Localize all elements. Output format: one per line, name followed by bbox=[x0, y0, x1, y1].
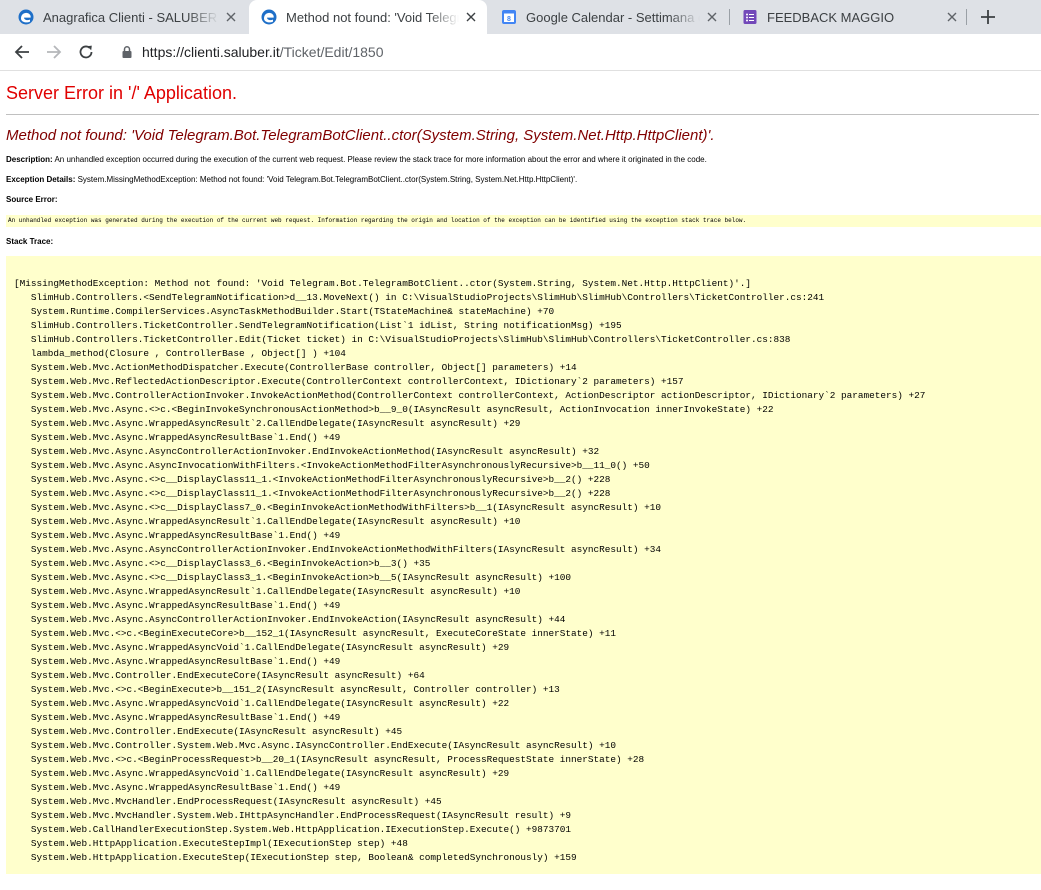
edge-logo-icon bbox=[261, 9, 277, 25]
source-error-box: An unhandled exception was generated dur… bbox=[6, 215, 1041, 227]
url-path: /Ticket/Edit/1850 bbox=[279, 44, 384, 60]
tab-close-icon[interactable] bbox=[944, 9, 960, 25]
tab-title: Google Calendar - Settimana del bbox=[526, 9, 700, 25]
source-error-label: Source Error: bbox=[6, 195, 58, 204]
tab-separator bbox=[966, 9, 967, 25]
tab-close-icon[interactable] bbox=[223, 9, 239, 25]
url-host: https://clienti.saluber.it bbox=[142, 44, 280, 60]
divider bbox=[6, 114, 1039, 115]
exception-text: System.MissingMethodException: Method no… bbox=[77, 175, 578, 184]
description-line: Description: An unhandled exception occu… bbox=[6, 155, 707, 164]
arrow-left-icon bbox=[14, 45, 29, 59]
tab-google-calendar[interactable]: 8 Google Calendar - Settimana del bbox=[489, 0, 728, 34]
calendar-icon: 8 bbox=[502, 10, 516, 24]
description-text: An unhandled exception occurred during t… bbox=[54, 155, 707, 164]
stack-trace-text: [MissingMethodException: Method not foun… bbox=[14, 278, 926, 863]
tab-strip: Anagrafica Clienti - SALUBER Ser Method … bbox=[0, 0, 1041, 34]
stack-trace-box: [MissingMethodException: Method not foun… bbox=[6, 256, 1041, 874]
browser-toolbar: https://clienti.saluber.it/Ticket/Edit/1… bbox=[0, 34, 1041, 71]
tab-method-not-found[interactable]: Method not found: 'Void Telegram bbox=[249, 0, 487, 34]
arrow-right-icon bbox=[47, 45, 62, 59]
reload-button[interactable] bbox=[74, 40, 98, 64]
description-label: Description: bbox=[6, 155, 53, 164]
source-error-line: Source Error: bbox=[6, 195, 58, 204]
stack-trace-line: Stack Trace: bbox=[6, 237, 53, 246]
exception-label: Exception Details: bbox=[6, 175, 76, 184]
tab-title: Method not found: 'Void Telegram bbox=[286, 9, 459, 25]
reload-icon bbox=[79, 45, 93, 59]
plus-icon bbox=[981, 10, 995, 24]
tab-close-icon[interactable] bbox=[463, 9, 479, 25]
svg-text:8: 8 bbox=[507, 16, 511, 23]
forward-button[interactable] bbox=[42, 40, 66, 64]
tab-feedback-maggio[interactable]: FEEDBACK MAGGIO bbox=[730, 0, 968, 34]
lock-icon bbox=[122, 46, 132, 58]
edge-logo-icon bbox=[18, 9, 34, 25]
error-message: Method not found: 'Void Telegram.Bot.Tel… bbox=[6, 127, 715, 144]
page-title: Server Error in '/' Application. bbox=[6, 83, 237, 103]
back-button[interactable] bbox=[10, 40, 34, 64]
tab-close-icon[interactable] bbox=[704, 9, 720, 25]
stack-trace-label: Stack Trace: bbox=[6, 237, 54, 246]
tab-anagrafica-clienti[interactable]: Anagrafica Clienti - SALUBER Ser bbox=[6, 0, 247, 34]
forms-icon bbox=[743, 10, 757, 24]
tab-title: Anagrafica Clienti - SALUBER Ser bbox=[43, 9, 219, 25]
tab-title: FEEDBACK MAGGIO bbox=[767, 9, 895, 25]
address-bar[interactable]: https://clienti.saluber.it/Ticket/Edit/1… bbox=[112, 38, 1032, 66]
exception-details-line: Exception Details: System.MissingMethodE… bbox=[6, 175, 577, 184]
new-tab-button[interactable] bbox=[976, 5, 1000, 29]
